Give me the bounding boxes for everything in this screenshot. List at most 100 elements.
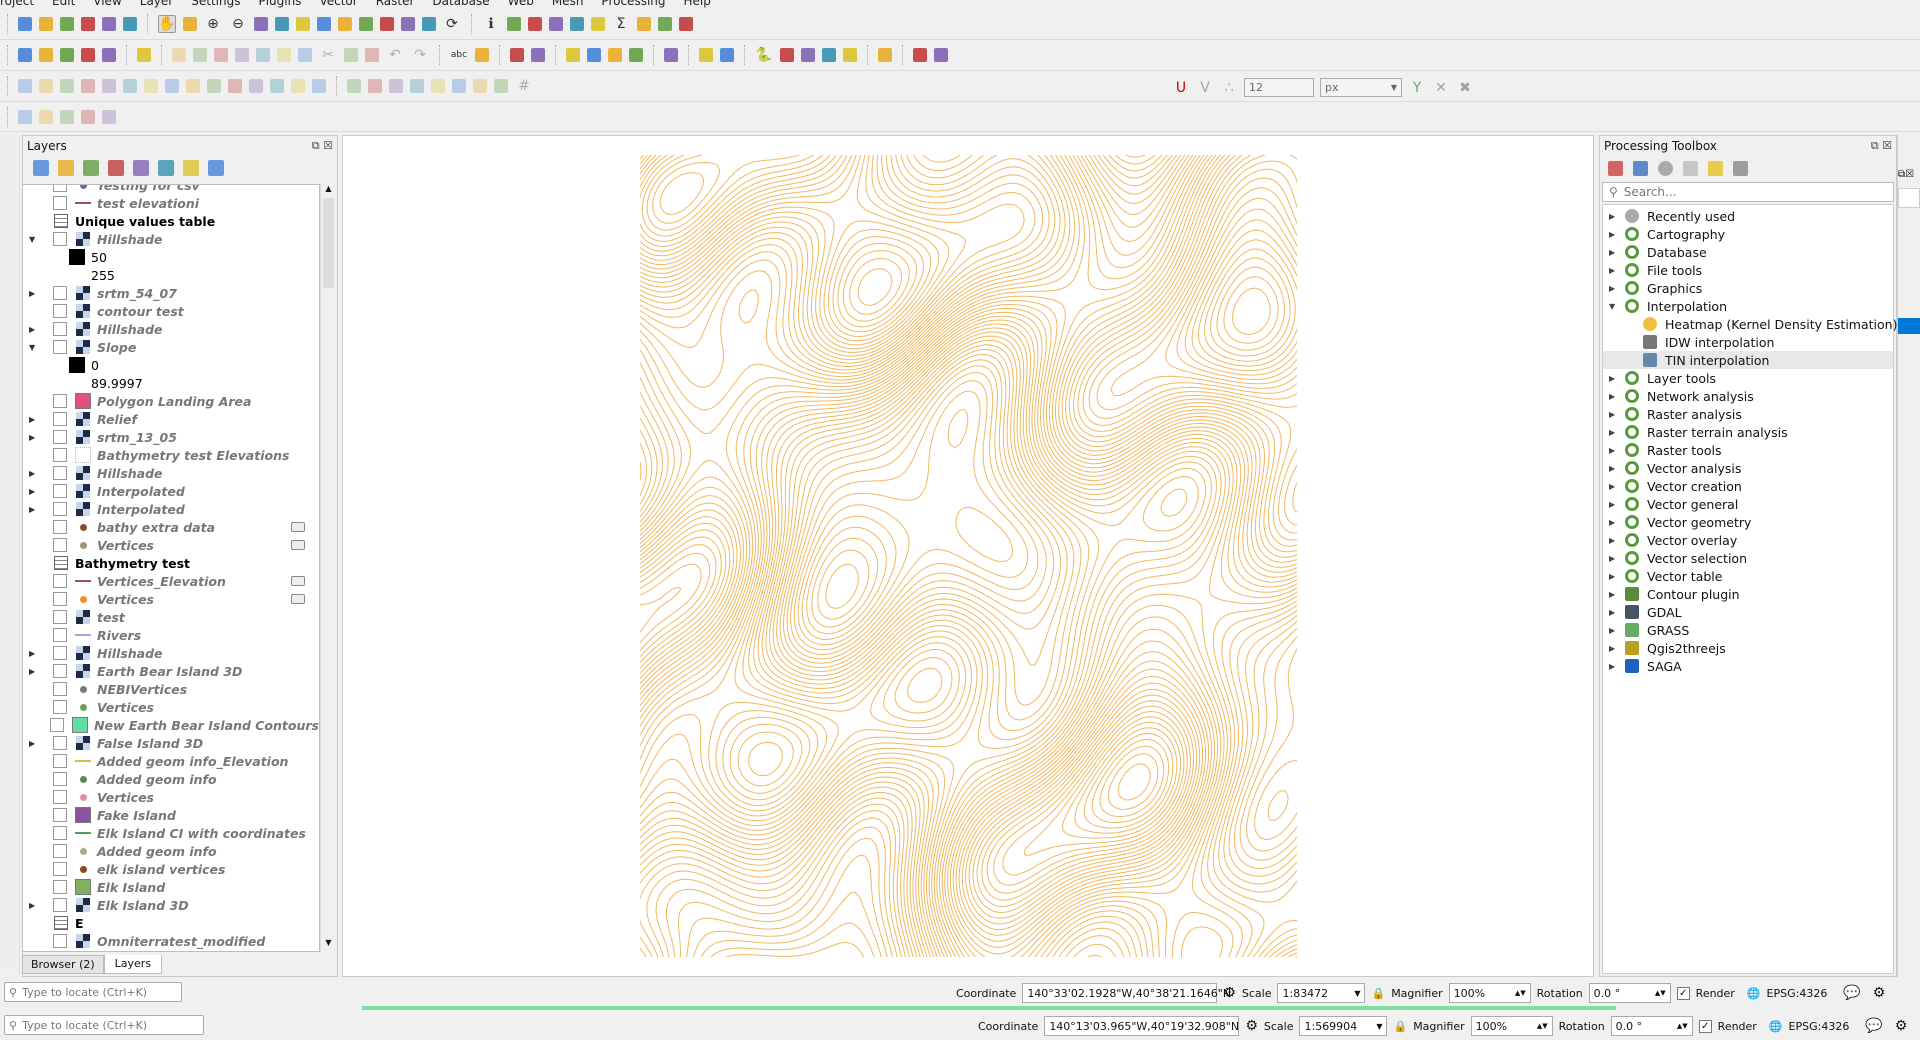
- layer-item[interactable]: Added geom info: [23, 842, 319, 860]
- provider-group[interactable]: ▶ Vector creation: [1603, 477, 1893, 495]
- gps-icon[interactable]: [934, 48, 948, 62]
- provider-group[interactable]: ▶ Vector overlay: [1603, 531, 1893, 549]
- layer-item[interactable]: Rivers: [23, 626, 319, 644]
- layer-item[interactable]: Vertices: [23, 590, 319, 608]
- expand-arrow-icon[interactable]: ▶: [1609, 410, 1625, 419]
- select-tool-icon[interactable]: [18, 109, 32, 124]
- visibility-checkbox[interactable]: [53, 790, 67, 804]
- vertex-icon[interactable]: [39, 79, 53, 93]
- toolbar-handle[interactable]: [7, 14, 8, 34]
- toolbar-handle[interactable]: [7, 106, 8, 127]
- visibility-checkbox[interactable]: [53, 898, 67, 912]
- scroll-up-arrow[interactable]: ▲: [321, 184, 336, 198]
- delete-ring-icon[interactable]: [249, 79, 263, 93]
- expand-arrow-icon[interactable]: ▶: [1609, 536, 1625, 545]
- layer-item[interactable]: Vertices: [23, 788, 319, 806]
- select-features-icon[interactable]: [528, 17, 542, 31]
- tab-browser[interactable]: Browser (2): [22, 955, 104, 974]
- layer-item[interactable]: ▶ False Island 3D: [23, 734, 319, 752]
- plugin-update-icon[interactable]: ⚙: [1873, 985, 1886, 1001]
- provider-group[interactable]: ▶ File tools: [1603, 261, 1893, 279]
- provider-group[interactable]: ▶ Qgis2threejs: [1603, 639, 1893, 657]
- map-tips-icon[interactable]: [658, 17, 672, 31]
- menu-raster[interactable]: Raster: [376, 0, 415, 8]
- algorithm-item[interactable]: IDW interpolation: [1603, 333, 1893, 351]
- algorithm-item[interactable]: TIN interpolation: [1603, 351, 1893, 369]
- locator-input[interactable]: ⚲ Type to locate (Ctrl+K): [4, 982, 182, 1002]
- expand-arrow-icon[interactable]: ▶: [29, 649, 39, 658]
- georeferencer-icon[interactable]: [137, 48, 151, 62]
- provider-group[interactable]: ▶ SAGA: [1603, 657, 1893, 675]
- change-label-icon[interactable]: [608, 48, 622, 62]
- zoom-in-icon[interactable]: ⊕: [204, 15, 222, 33]
- menu-processing[interactable]: Processing: [601, 0, 665, 8]
- menu-view[interactable]: View: [93, 0, 121, 8]
- expand-arrow-icon[interactable]: ▶: [1609, 482, 1625, 491]
- sum-icon[interactable]: Σ: [612, 15, 630, 33]
- align-text-icon[interactable]: [410, 79, 424, 93]
- visibility-checkbox[interactable]: [53, 520, 67, 534]
- copy-icon[interactable]: [344, 48, 358, 62]
- menu-layer[interactable]: Layer: [140, 0, 173, 8]
- scroll-thumb[interactable]: [323, 198, 334, 288]
- pan-to-selection-icon[interactable]: [183, 17, 197, 31]
- identify-icon[interactable]: ℹ: [482, 15, 500, 33]
- zoom-last-icon[interactable]: [338, 17, 352, 31]
- legend-entry[interactable]: 89.9997: [23, 374, 319, 392]
- deselect-icon[interactable]: [570, 17, 584, 31]
- expand-arrow-icon[interactable]: ▶: [1609, 572, 1625, 581]
- osm-place-icon[interactable]: [843, 48, 857, 62]
- zoom-native-icon[interactable]: [317, 17, 331, 31]
- scale-combo[interactable]: 1:569904 ▼: [1299, 1016, 1388, 1036]
- expand-arrow-icon[interactable]: ▶: [1609, 374, 1625, 383]
- add-group-icon[interactable]: [58, 160, 74, 176]
- expand-arrow-icon[interactable]: ▶: [1609, 662, 1625, 671]
- layer-item[interactable]: ▶ Interpolated: [23, 482, 319, 500]
- layer-item[interactable]: New Earth Bear Island Contours: [23, 716, 319, 734]
- expand-arrow-icon[interactable]: ▶: [29, 415, 39, 424]
- collapse-arrow-icon[interactable]: ▼: [29, 235, 39, 244]
- simplify-icon[interactable]: [165, 79, 179, 93]
- expand-all-icon[interactable]: [158, 160, 174, 176]
- expand-arrow-icon[interactable]: ▶: [1609, 428, 1625, 437]
- provider-group[interactable]: ▶ Layer tools: [1603, 369, 1893, 387]
- reshape-icon[interactable]: [60, 79, 74, 93]
- toolbox-search-input[interactable]: ⚲ Search...: [1602, 182, 1894, 202]
- layer-item[interactable]: Elk Island CI with coordinates: [23, 824, 319, 842]
- open-project-icon[interactable]: [39, 17, 53, 31]
- visibility-checkbox[interactable]: [53, 862, 67, 876]
- layer-item[interactable]: ▶ Hillshade: [23, 644, 319, 662]
- layer-item[interactable]: Vertices: [23, 698, 319, 716]
- expand-arrow-icon[interactable]: ▶: [1609, 608, 1625, 617]
- add-feature-icon[interactable]: [235, 48, 249, 62]
- current-edits-icon[interactable]: [172, 48, 186, 62]
- label-icon[interactable]: abc: [450, 46, 468, 64]
- visibility-checkbox[interactable]: [53, 412, 67, 426]
- visibility-checkbox[interactable]: [53, 844, 67, 858]
- plugin-update-icon[interactable]: ⚙: [1895, 1018, 1908, 1034]
- new-geopackage-icon[interactable]: [39, 48, 53, 62]
- offset-icon[interactable]: [81, 79, 95, 93]
- show-bookmarks-icon[interactable]: [401, 17, 415, 31]
- edit-features-in-place-icon[interactable]: [1708, 160, 1723, 176]
- provider-group[interactable]: ▶ Vector table: [1603, 567, 1893, 585]
- layer-item[interactable]: ▶ Elk Island 3D: [23, 896, 319, 914]
- visibility-checkbox[interactable]: [53, 466, 67, 480]
- digitize-icon[interactable]: [81, 48, 95, 62]
- rotation-spinbox[interactable]: 0.0 ° ▲▼: [1610, 1016, 1693, 1036]
- tab-layers[interactable]: Layers: [103, 955, 163, 974]
- select-value-icon[interactable]: [102, 109, 116, 124]
- trace-icon[interactable]: ✖: [1456, 79, 1474, 97]
- new-bookmark-icon[interactable]: [380, 17, 394, 31]
- db-manager-icon[interactable]: [664, 48, 678, 62]
- layer-item[interactable]: Omniterratest_modified: [23, 932, 319, 950]
- lock-scale-icon[interactable]: 🔒: [1393, 1020, 1407, 1033]
- provider-group[interactable]: ▶ Raster terrain analysis: [1603, 423, 1893, 441]
- advanced-digitize-icon[interactable]: [18, 79, 32, 93]
- provider-group[interactable]: ▶ Vector general: [1603, 495, 1893, 513]
- coordinate-input[interactable]: 140°13'03.965"W,40°19'32.908"N: [1044, 1016, 1240, 1036]
- extents-toggle-icon[interactable]: ⚙: [1245, 1018, 1258, 1034]
- expand-arrow-icon[interactable]: ▶: [1609, 590, 1625, 599]
- snapping-tolerance-input[interactable]: 12: [1244, 78, 1314, 97]
- visibility-checkbox[interactable]: [53, 700, 67, 714]
